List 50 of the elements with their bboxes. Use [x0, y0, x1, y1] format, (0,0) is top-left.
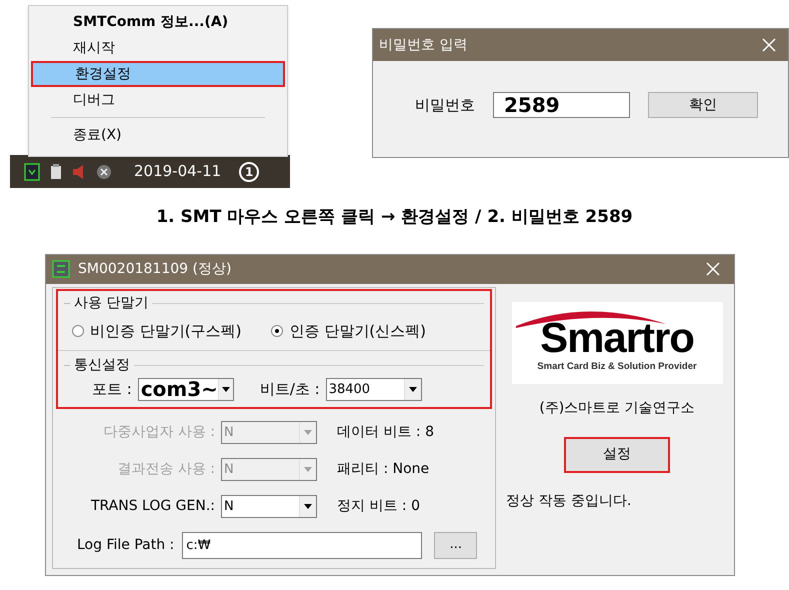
close-icon[interactable]: [762, 38, 776, 52]
port-dropdown[interactable]: com3~: [138, 378, 234, 400]
password-field[interactable]: 2589: [493, 92, 630, 118]
log-path-field[interactable]: c:₩: [182, 532, 422, 558]
radio-option[interactable]: 비인증 단말기(구스펙): [72, 320, 242, 342]
field-label: TRANS LOG GEN.:: [90, 496, 216, 516]
browse-button[interactable]: ...: [434, 532, 478, 558]
dropdown-arrow-button[interactable]: [404, 378, 421, 400]
field-label: 다중사업자 사용 :: [102, 422, 216, 442]
logo-name: Smartro: [540, 316, 694, 360]
app-icon: [52, 260, 70, 278]
info-text: 데이터 비트 : 8: [337, 422, 434, 442]
menu-item[interactable]: 환경설정: [31, 61, 285, 87]
clipboard-icon[interactable]: [50, 164, 62, 180]
taskbar-date: 2019-04-11: [134, 161, 222, 182]
menu-item[interactable]: 디버그: [31, 87, 285, 113]
info-text: 패리티 : None: [337, 460, 430, 478]
close-icon[interactable]: [706, 262, 720, 276]
caret-icon: [304, 466, 312, 472]
field-label: Log File Path :: [77, 536, 174, 554]
settings-button[interactable]: 설정: [564, 436, 670, 472]
window-title: SM0020181109 (정상): [78, 260, 232, 278]
menu-item[interactable]: SMTComm 정보...(A): [31, 9, 285, 35]
caret-icon: [222, 386, 230, 392]
dropdown-arrow-button[interactable]: [299, 496, 316, 516]
baud-label: 비트/초 :: [260, 378, 320, 400]
password-label: 비밀번호: [415, 94, 475, 116]
logo-tagline: Smart Card Biz & Solution Provider: [537, 360, 697, 374]
confirm-button[interactable]: 확인: [648, 92, 758, 118]
info-text: 정지 비트 : 0: [337, 496, 420, 516]
instruction-caption: 1. SMT 마우스 오른쪽 클릭 → 환경설정 / 2. 비밀번호 2589: [155, 206, 634, 229]
caret-icon: [408, 386, 417, 392]
group-title: 통신설정: [74, 356, 130, 374]
status-text: 정상 작동 중입니다.: [506, 492, 632, 510]
group-title: 사용 단말기: [74, 294, 148, 312]
notification-badge[interactable]: 1: [239, 162, 260, 182]
caret-icon: [304, 430, 312, 434]
window-title: 비밀번호 입력: [379, 36, 468, 54]
menu-item[interactable]: 재시작: [31, 35, 285, 61]
option-dropdown[interactable]: N: [221, 494, 317, 518]
dropdown-arrow-button[interactable]: [218, 378, 233, 400]
radio-option[interactable]: 인증 단말기(신스펙): [271, 320, 426, 342]
port-label: 포트 :: [92, 378, 132, 400]
caret-icon: [304, 504, 312, 508]
baud-dropdown[interactable]: 38400: [326, 378, 422, 400]
field-label: 결과전송 사용 :: [116, 460, 216, 478]
tray-app-icon[interactable]: [24, 162, 40, 180]
company-name: (주)스마트로 기술연구소: [539, 398, 695, 418]
menu-item[interactable]: 종료(X): [31, 122, 285, 148]
disconnected-icon[interactable]: [96, 164, 112, 180]
